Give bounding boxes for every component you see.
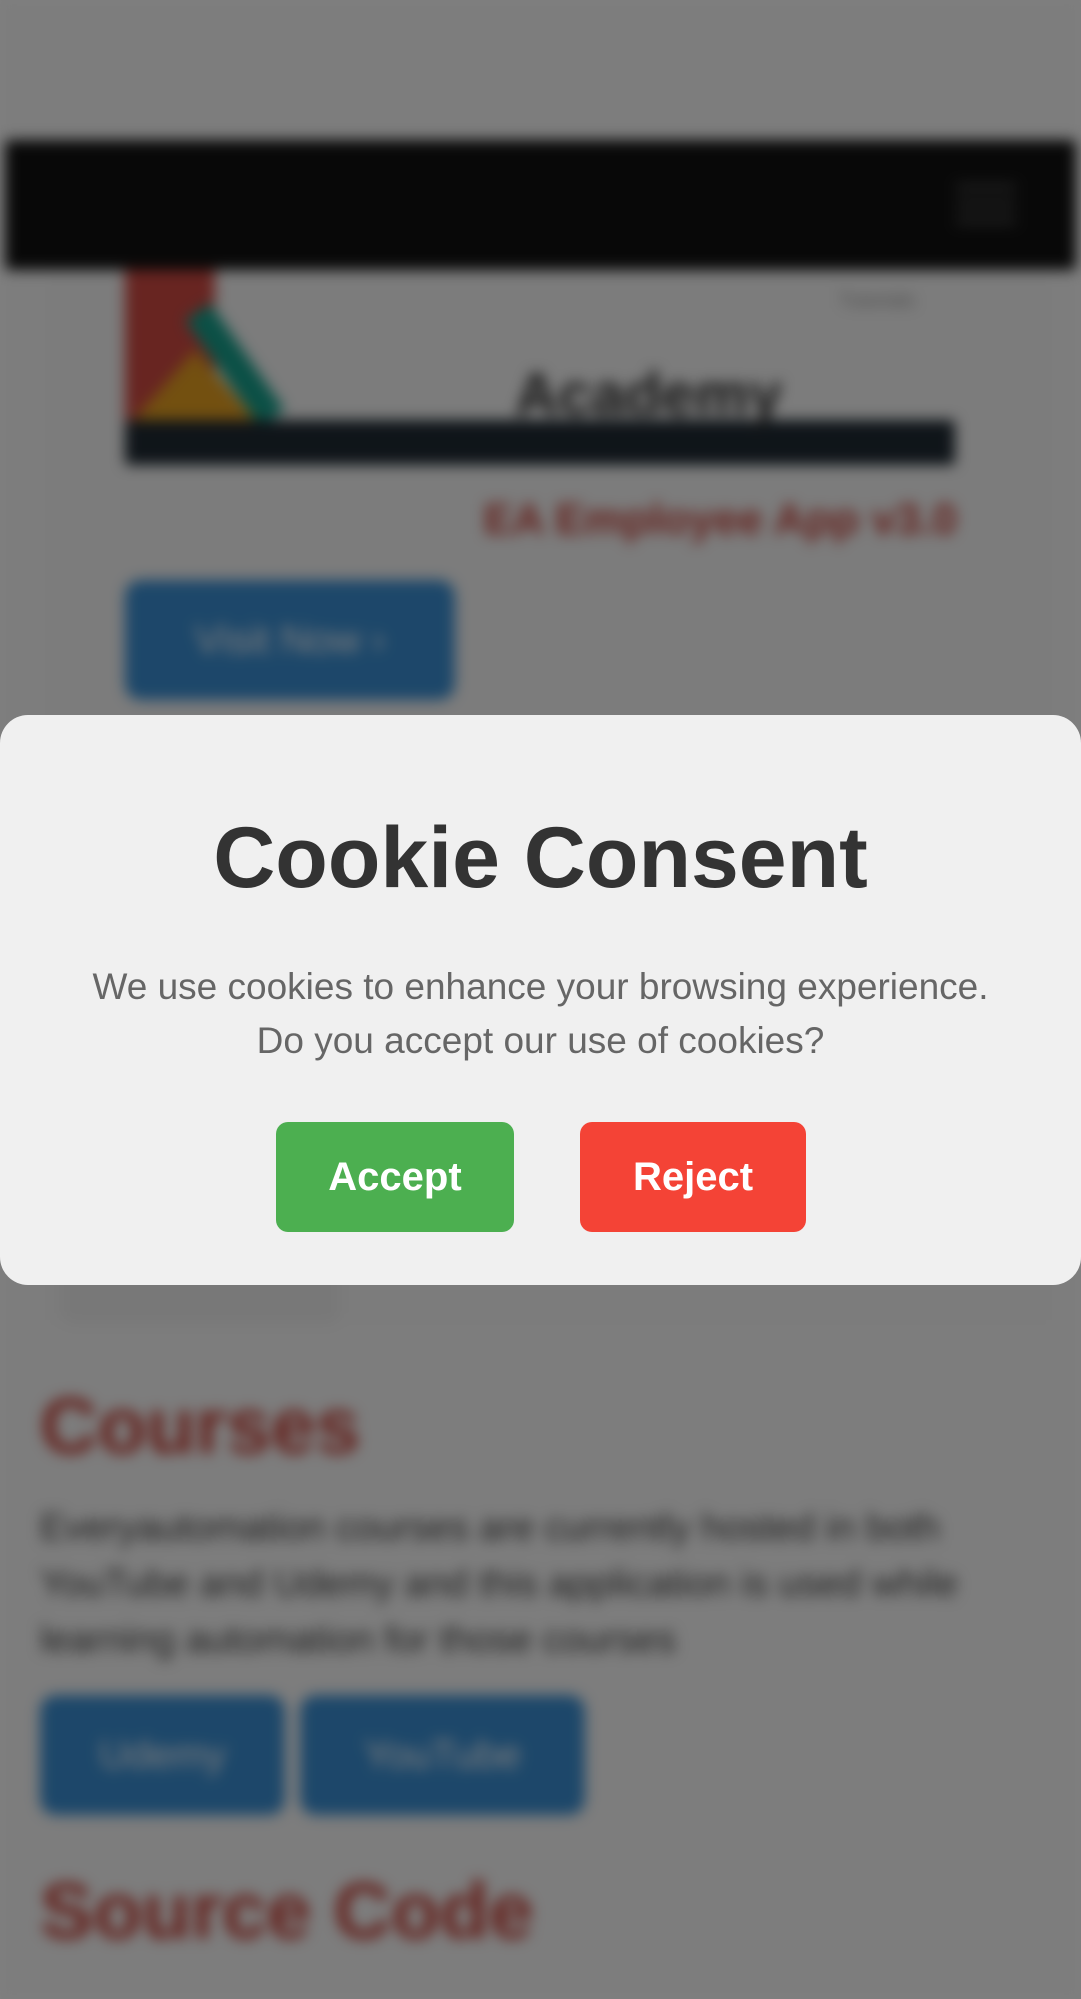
reject-button[interactable]: Reject xyxy=(580,1122,806,1232)
accept-button[interactable]: Accept xyxy=(276,1122,514,1232)
cookie-message-line-1: We use cookies to enhance your browsing … xyxy=(92,966,989,1007)
cookie-message-line-2: Do you accept our use of cookies? xyxy=(256,1020,825,1061)
cookie-button-group: Accept Reject xyxy=(0,1122,1081,1232)
cookie-consent-dialog: Cookie Consent We use cookies to enhance… xyxy=(0,715,1081,1285)
cookie-consent-message: We use cookies to enhance your browsing … xyxy=(40,960,1041,1068)
cookie-consent-title: Cookie Consent xyxy=(213,810,868,906)
